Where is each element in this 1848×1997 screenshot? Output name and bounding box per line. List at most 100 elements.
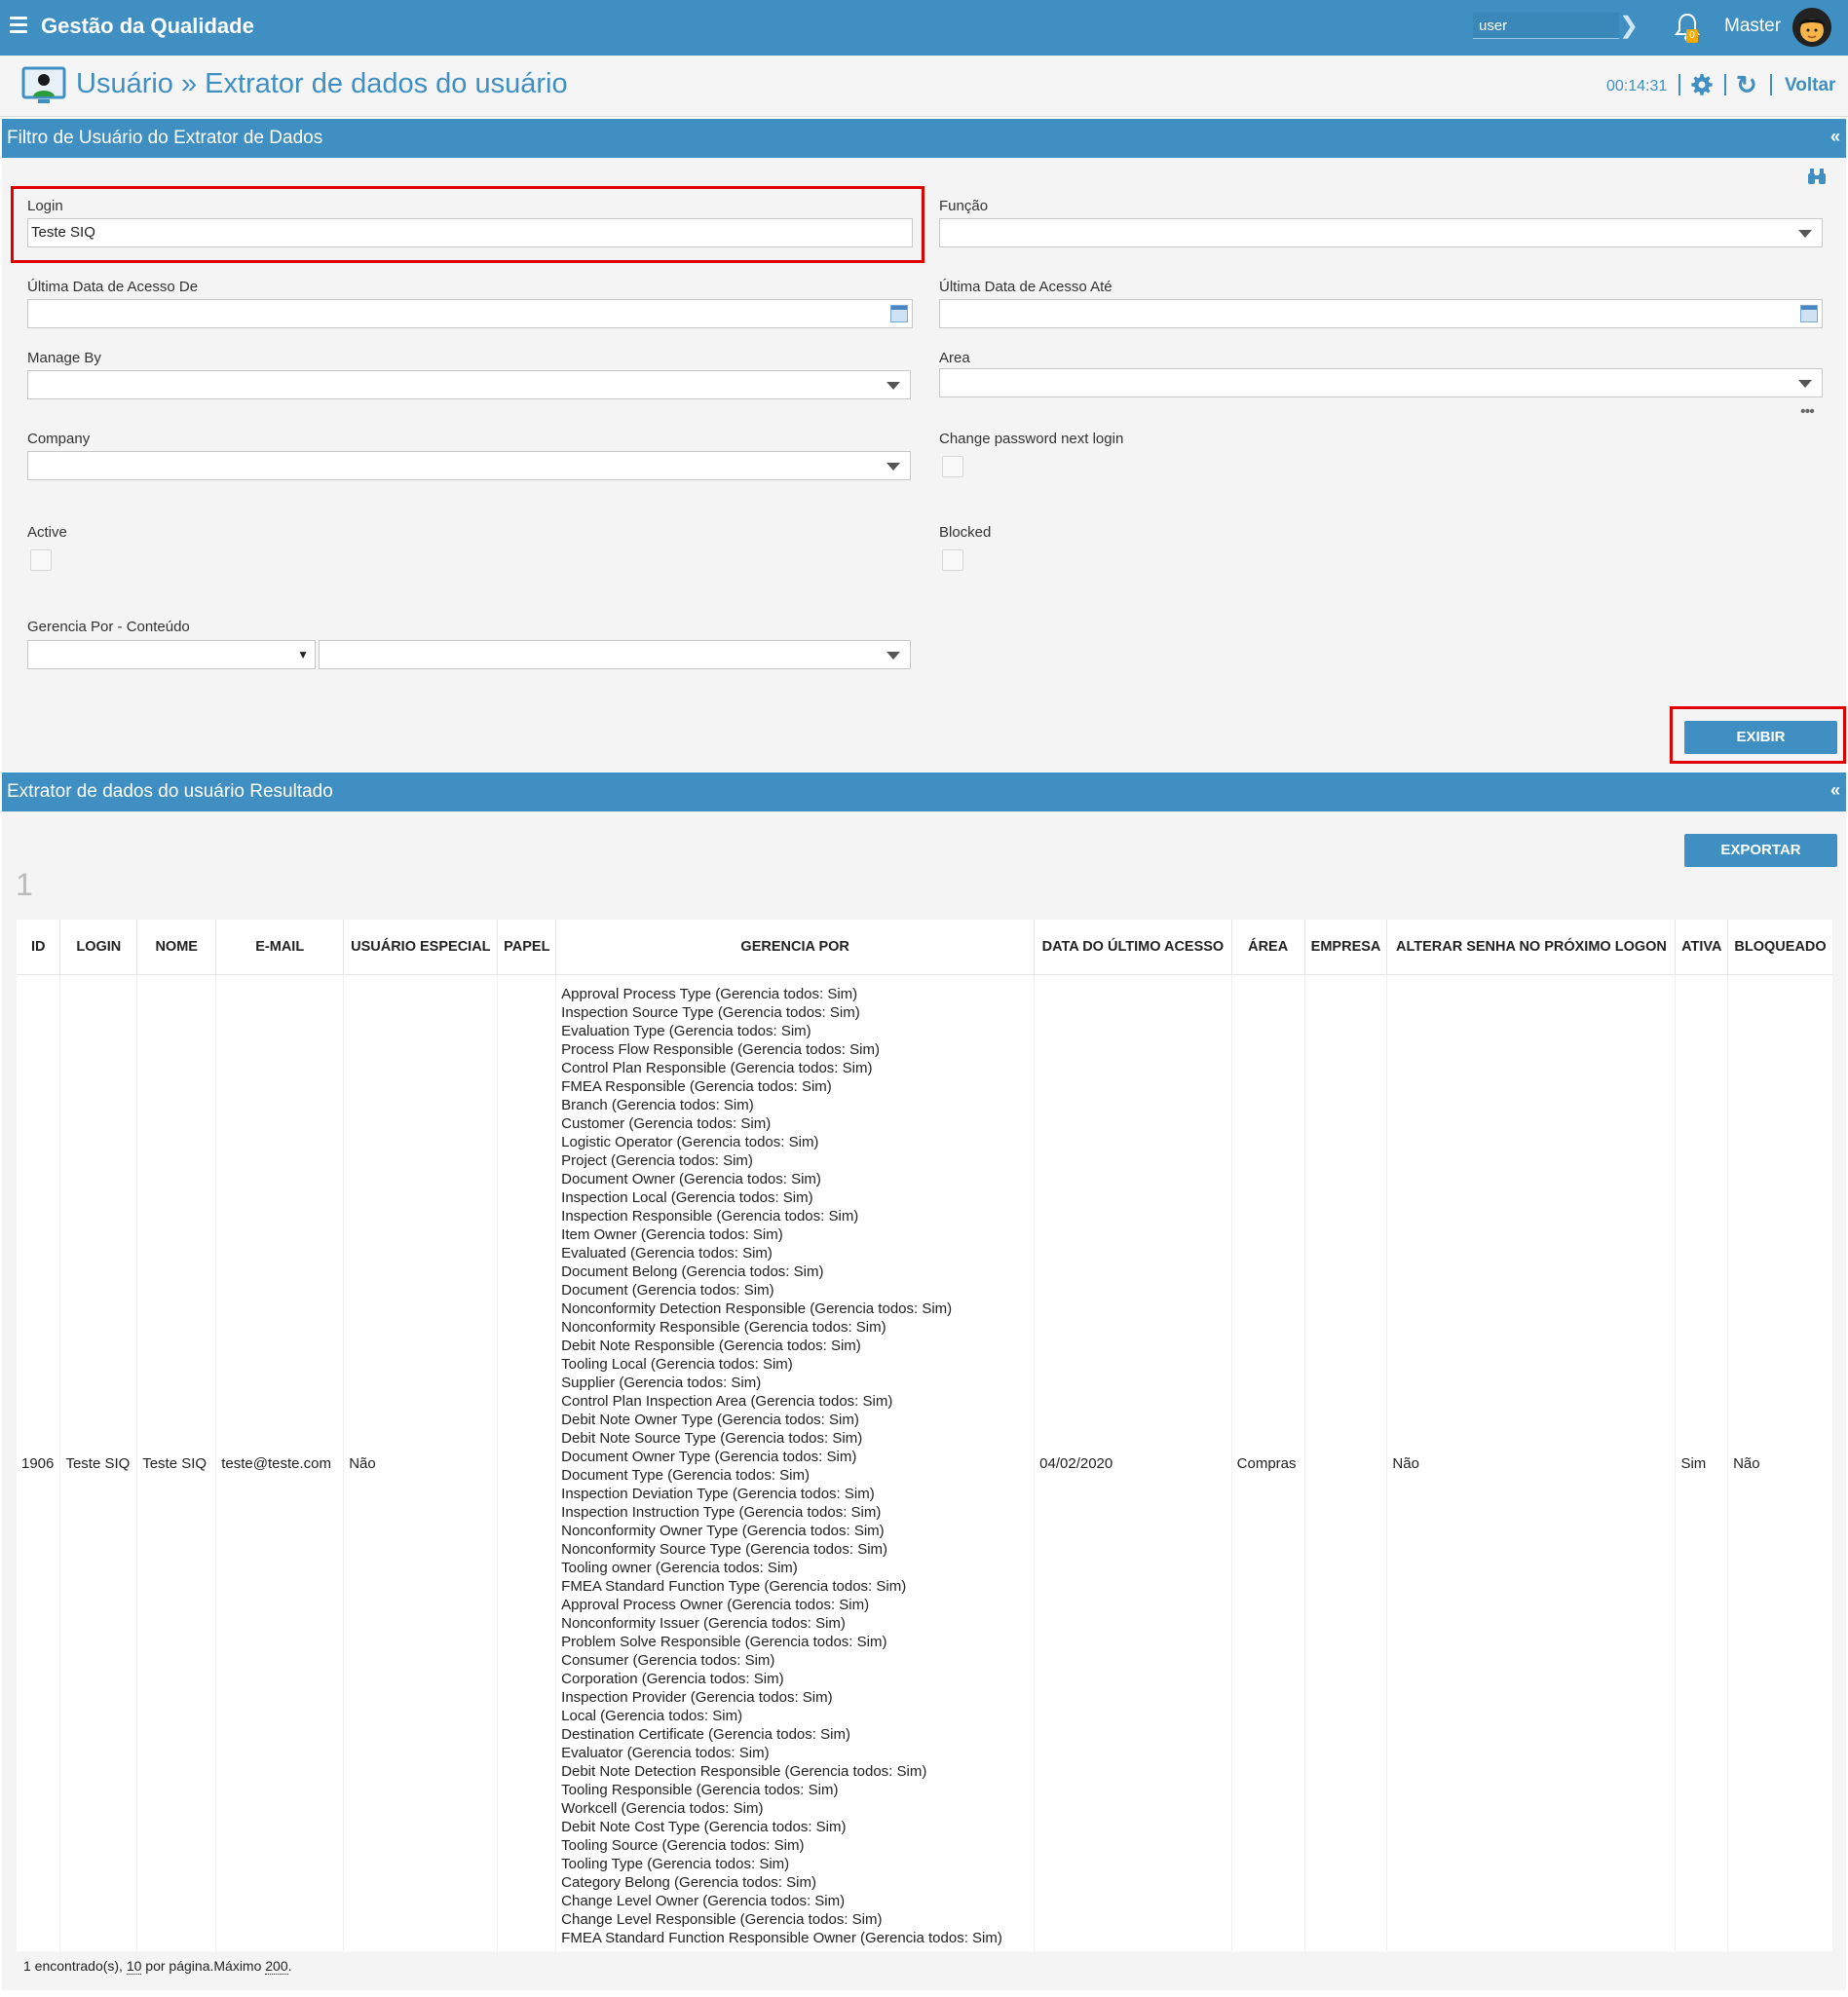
company-select[interactable] bbox=[27, 451, 911, 480]
date-to-field[interactable] bbox=[939, 299, 1823, 328]
change-password-checkbox[interactable] bbox=[942, 456, 963, 477]
user-search-input[interactable] bbox=[1473, 13, 1619, 39]
username[interactable]: Master bbox=[1724, 16, 1781, 37]
chevron-down-icon bbox=[886, 463, 900, 471]
per-page-text: por página.Máximo bbox=[141, 1958, 266, 1974]
exibir-button[interactable]: EXIBIR bbox=[1684, 721, 1837, 754]
exportar-button[interactable]: EXPORTAR bbox=[1684, 834, 1837, 867]
column-header[interactable]: ATIVA bbox=[1675, 920, 1728, 975]
back-link[interactable]: Voltar bbox=[1785, 75, 1835, 96]
result-panel-header[interactable]: Extrator de dados do usuário Resultado « bbox=[2, 772, 1846, 811]
gerencia-item: Tooling Source (Gerencia todos: Sim) bbox=[561, 1837, 805, 1854]
per-page-link[interactable]: 10 bbox=[126, 1958, 142, 1975]
gerencia-item: Nonconformity Responsible (Gerencia todo… bbox=[561, 1319, 886, 1336]
chevron-down-icon bbox=[886, 652, 900, 659]
manage-by-select[interactable] bbox=[27, 370, 911, 399]
gerencia-item: Control Plan Responsible (Gerencia todos… bbox=[561, 1060, 873, 1076]
login-label: Login bbox=[27, 198, 63, 214]
more-icon[interactable]: ••• bbox=[1800, 403, 1815, 421]
gerencia-item: Inspection Responsible (Gerencia todos: … bbox=[561, 1208, 859, 1225]
column-header[interactable]: EMPRESA bbox=[1303, 920, 1387, 975]
notification-badge: 0 bbox=[1686, 29, 1698, 43]
max-link[interactable]: 200 bbox=[265, 1958, 288, 1975]
column-header[interactable]: LOGIN bbox=[59, 920, 137, 975]
cell-empresa bbox=[1303, 974, 1387, 1951]
column-header[interactable]: BLOQUEADO bbox=[1727, 920, 1832, 975]
app-title: Gestão da Qualidade bbox=[41, 14, 254, 38]
divider bbox=[1770, 74, 1772, 95]
cell-nome: Teste SIQ bbox=[136, 974, 216, 1951]
column-header[interactable]: GERENCIA POR bbox=[555, 920, 1035, 975]
session-timer: 00:14:31 bbox=[1606, 78, 1668, 94]
column-header[interactable]: ALTERAR SENHA NO PRÓXIMO LOGON bbox=[1386, 920, 1676, 975]
date-from-field[interactable] bbox=[27, 299, 913, 328]
gerencia-item: Tooling Local (Gerencia todos: Sim) bbox=[561, 1356, 793, 1373]
calendar-icon[interactable] bbox=[1800, 305, 1818, 322]
chevron-down-icon bbox=[1798, 230, 1812, 238]
gerencia-item: Destination Certificate (Gerencia todos:… bbox=[561, 1726, 850, 1743]
column-header[interactable]: USUÁRIO ESPECIAL bbox=[343, 920, 498, 975]
column-header[interactable]: ÁREA bbox=[1230, 920, 1305, 975]
gerencia-item: FMEA Standard Function Type (Gerencia to… bbox=[561, 1578, 907, 1595]
cell-gerencia: Approval Process Type (Gerencia todos: S… bbox=[555, 974, 1035, 1951]
gerencia-item: Inspection Instruction Type (Gerencia to… bbox=[561, 1504, 882, 1521]
area-label: Area bbox=[939, 350, 970, 366]
funcao-select[interactable] bbox=[939, 218, 1823, 247]
page-title: Usuário » Extrator de dados do usuário bbox=[76, 68, 568, 99]
gerencia-item: Evaluated (Gerencia todos: Sim) bbox=[561, 1245, 773, 1262]
column-header[interactable]: DATA DO ÚLTIMO ACESSO bbox=[1034, 920, 1232, 975]
chevron-down-icon bbox=[1798, 380, 1812, 388]
cell-login: Teste SIQ bbox=[59, 974, 137, 1951]
gear-icon[interactable] bbox=[1690, 73, 1714, 101]
gerencia-item: Supplier (Gerencia todos: Sim) bbox=[561, 1375, 762, 1391]
column-header[interactable]: E-MAIL bbox=[215, 920, 344, 975]
binoculars-icon[interactable] bbox=[1807, 168, 1827, 190]
collapse-icon[interactable]: « bbox=[1830, 127, 1840, 147]
gerencia-item: Debit Note Responsible (Gerencia todos: … bbox=[561, 1338, 861, 1354]
gerencia-item: Tooling Type (Gerencia todos: Sim) bbox=[561, 1856, 790, 1872]
funcao-label: Função bbox=[939, 198, 989, 214]
gerencia-item: Document Belong (Gerencia todos: Sim) bbox=[561, 1263, 824, 1280]
calendar-icon[interactable] bbox=[890, 305, 908, 322]
menu-icon[interactable] bbox=[10, 17, 29, 36]
gerencia-item: Tooling owner (Gerencia todos: Sim) bbox=[561, 1560, 798, 1576]
gerencia-item: Branch (Gerencia todos: Sim) bbox=[561, 1097, 754, 1113]
avatar[interactable] bbox=[1792, 8, 1831, 47]
gerencia-item: Workcell (Gerencia todos: Sim) bbox=[561, 1800, 764, 1817]
collapse-icon[interactable]: « bbox=[1830, 780, 1840, 801]
page-number: 1 bbox=[16, 867, 33, 902]
chevron-down-icon bbox=[886, 382, 900, 390]
column-header[interactable]: ID bbox=[17, 920, 60, 975]
blocked-checkbox[interactable] bbox=[942, 549, 963, 571]
refresh-icon[interactable]: ↻ bbox=[1736, 70, 1757, 100]
gerencia-item: FMEA Standard Function Responsible Owner… bbox=[561, 1930, 1002, 1946]
gerencia-content-select[interactable] bbox=[319, 640, 911, 669]
divider bbox=[1678, 74, 1680, 95]
cell-papel bbox=[497, 974, 556, 1951]
gerencia-item: Inspection Source Type (Gerencia todos: … bbox=[561, 1004, 860, 1021]
chevron-right-icon[interactable]: ❯ bbox=[1619, 12, 1639, 40]
gerencia-item: Inspection Provider (Gerencia todos: Sim… bbox=[561, 1689, 833, 1706]
gerencia-label: Gerencia Por - Conteúdo bbox=[27, 619, 190, 635]
gerencia-item: Project (Gerencia todos: Sim) bbox=[561, 1152, 753, 1169]
filter-panel-header[interactable]: Filtro de Usuário do Extrator de Dados « bbox=[2, 119, 1846, 158]
column-header[interactable]: NOME bbox=[136, 920, 216, 975]
gerencia-type-select[interactable]: ▼ bbox=[27, 640, 316, 669]
company-label: Company bbox=[27, 431, 91, 447]
login-field[interactable]: Teste SIQ bbox=[27, 218, 913, 247]
gerencia-item: Evaluator (Gerencia todos: Sim) bbox=[561, 1745, 770, 1761]
table-header-row: ID LOGIN NOME E-MAIL USUÁRIO ESPECIAL PA… bbox=[17, 920, 1832, 975]
cell-bloqueado: Não bbox=[1727, 974, 1832, 1951]
gerencia-item: Debit Note Source Type (Gerencia todos: … bbox=[561, 1430, 863, 1447]
column-header[interactable]: PAPEL bbox=[497, 920, 556, 975]
cell-alterar: Não bbox=[1386, 974, 1676, 1951]
result-panel-title: Extrator de dados do usuário Resultado bbox=[7, 781, 333, 802]
gerencia-item: Item Owner (Gerencia todos: Sim) bbox=[561, 1226, 783, 1243]
gerencia-item: Change Level Responsible (Gerencia todos… bbox=[561, 1911, 883, 1928]
found-text: 1 encontrado(s), bbox=[23, 1958, 127, 1974]
active-checkbox[interactable] bbox=[30, 549, 52, 571]
table-row[interactable]: 1906 Teste SIQ Teste SIQ teste@teste.com… bbox=[17, 974, 1832, 1951]
gerencia-item: Document Owner Type (Gerencia todos: Sim… bbox=[561, 1449, 857, 1465]
gerencia-item: Inspection Local (Gerencia todos: Sim) bbox=[561, 1189, 813, 1206]
area-select[interactable] bbox=[939, 368, 1823, 397]
